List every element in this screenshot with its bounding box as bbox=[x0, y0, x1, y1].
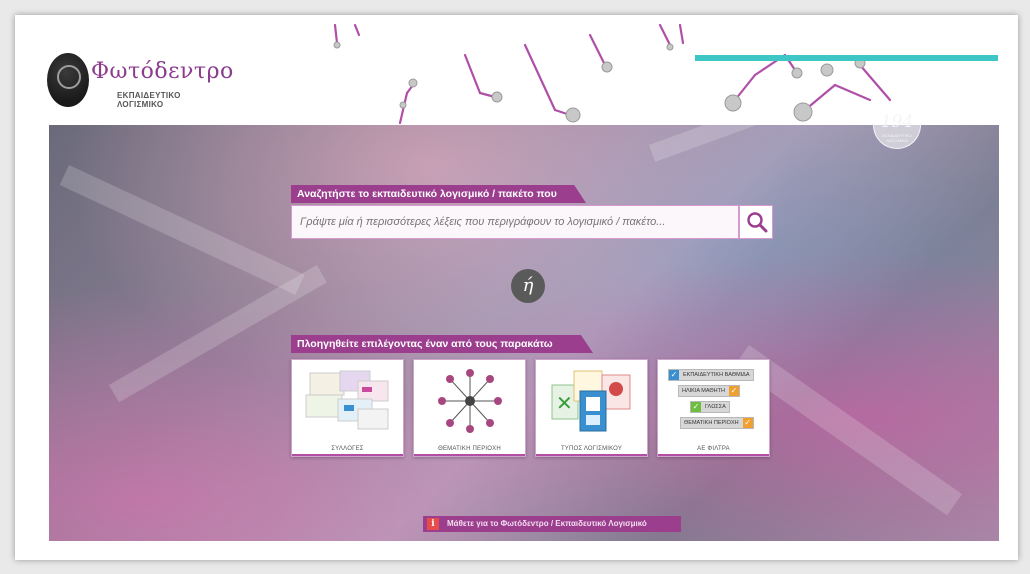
software-count-caption: ΕΚΠΑΙΔΕΥΤΙΚΟ ΛΟΓΙΣΜΙΚΟ bbox=[882, 133, 912, 143]
navigation-cards: ΣΥΛΛΟΓΕΣ ΘΕΜΑΤΙΚΗ ΠΕΡΙΟΧΗ ✕ ΤΥΠΟΣ ΛΟΓΙΣΜ… bbox=[291, 359, 771, 459]
subject-area-card[interactable]: ΘΕΜΑΤΙΚΗ ΠΕΡΙΟΧΗ bbox=[413, 359, 526, 457]
info-icon: i bbox=[427, 518, 439, 530]
about-link[interactable]: i Μάθετε για το Φωτόδεντρο / Εκπαιδευτικ… bbox=[423, 516, 681, 532]
collections-card[interactable]: ΣΥΛΛΟΓΕΣ bbox=[291, 359, 404, 457]
software-type-card[interactable]: ✕ ΤΥΠΟΣ ΛΟΓΙΣΜΙΚΟΥ bbox=[535, 359, 648, 457]
navigate-prompt-label: Πλοηγηθείτε επιλέγοντας έναν από τους πα… bbox=[291, 335, 593, 353]
software-type-card-label: ΤΥΠΟΣ ΛΟΓΙΣΜΙΚΟΥ bbox=[560, 446, 623, 452]
card-accent-bar bbox=[414, 454, 525, 456]
tree-logo-icon bbox=[47, 53, 89, 107]
filters-card-label: ΑΕ ΦΙΛΤΡΑ bbox=[697, 446, 730, 452]
teal-accent-bar bbox=[695, 55, 998, 61]
filter-student-age[interactable]: ΗΛΙΚΙΑ ΜΑΘΗΤΗ ✓ bbox=[678, 385, 740, 397]
filter-label: ΕΚΠΑΙΔΕΥΤΙΚΗ ΒΑΘΜΙΔΑ bbox=[683, 372, 750, 378]
filter-label: ΓΛΩΣΣΑ bbox=[705, 404, 726, 410]
checkmark-icon: ✓ bbox=[691, 402, 701, 412]
header: Φωτόδεντρο ΕΚΠΑΙΔΕΥΤΙΚΟ ΛΟΓΙΣΜΙΚΟ bbox=[15, 15, 1018, 125]
background-beam bbox=[59, 165, 305, 295]
svg-text:✕: ✕ bbox=[556, 391, 573, 415]
checkmark-icon: ✓ bbox=[669, 370, 679, 380]
logo-subtitle: ΕΚΠΑΙΔΕΥΤΙΚΟ ΛΟΓΙΣΜΙΚΟ bbox=[117, 91, 181, 109]
checkmark-icon: ✓ bbox=[728, 386, 739, 396]
card-accent-bar bbox=[536, 454, 647, 456]
checkmark-icon: ✓ bbox=[742, 418, 753, 428]
card-accent-bar bbox=[658, 454, 769, 456]
software-type-icon: ✕ bbox=[551, 370, 631, 432]
card-accent-bar bbox=[292, 454, 403, 456]
subject-area-card-label: ΘΕΜΑΤΙΚΗ ΠΕΡΙΟΧΗ bbox=[438, 446, 501, 452]
collections-card-label: ΣΥΛΛΟΓΕΣ bbox=[331, 446, 364, 452]
filters-list: ✓ ΕΚΠΑΙΔΕΥΤΙΚΗ ΒΑΘΜΙΔΑ ΗΛΙΚΙΑ ΜΑΘΗΤΗ ✓ ✓… bbox=[664, 365, 763, 437]
filter-education-level[interactable]: ✓ ΕΚΠΑΙΔΕΥΤΙΚΗ ΒΑΘΜΙΔΑ bbox=[668, 369, 754, 381]
about-link-text: Μάθετε για το Φωτόδεντρο / Εκπαιδευτικό … bbox=[447, 519, 647, 528]
subject-network-icon bbox=[438, 369, 502, 433]
filter-label: ΗΛΙΚΙΑ ΜΑΘΗΤΗ bbox=[682, 388, 725, 394]
search-button[interactable] bbox=[739, 205, 773, 239]
site-logo[interactable]: Φωτόδεντρο ΕΚΠΑΙΔΕΥΤΙΚΟ ΛΟΓΙΣΜΙΚΟ bbox=[47, 53, 233, 117]
or-separator: ή bbox=[511, 269, 545, 303]
page: Φωτόδεντρο ΕΚΠΑΙΔΕΥΤΙΚΟ ΛΟΓΙΣΜΙΚΟ Αναζητ… bbox=[15, 15, 1018, 560]
filters-card[interactable]: ✓ ΕΚΠΑΙΔΕΥΤΙΚΗ ΒΑΘΜΙΔΑ ΗΛΙΚΙΑ ΜΑΘΗΤΗ ✓ ✓… bbox=[657, 359, 770, 457]
filter-label: ΘΕΜΑΤΙΚΗ ΠΕΡΙΟΧΗ bbox=[684, 420, 739, 426]
branch-decoration-icon bbox=[333, 23, 892, 125]
search-prompt-label: Αναζητήστε το εκπαιδευτικό λογισμικό / π… bbox=[291, 185, 586, 203]
hero-banner: Αναζητήστε το εκπαιδευτικό λογισμικό / π… bbox=[49, 125, 999, 541]
filter-language[interactable]: ✓ ΓΛΩΣΣΑ bbox=[690, 401, 730, 413]
filter-subject-area[interactable]: ΘΕΜΑΤΙΚΗ ΠΕΡΙΟΧΗ ✓ bbox=[680, 417, 754, 429]
search-icon bbox=[747, 212, 768, 233]
collections-icon bbox=[305, 370, 389, 430]
logo-title: Φωτόδεντρο bbox=[91, 59, 234, 84]
search-input[interactable] bbox=[291, 205, 739, 239]
